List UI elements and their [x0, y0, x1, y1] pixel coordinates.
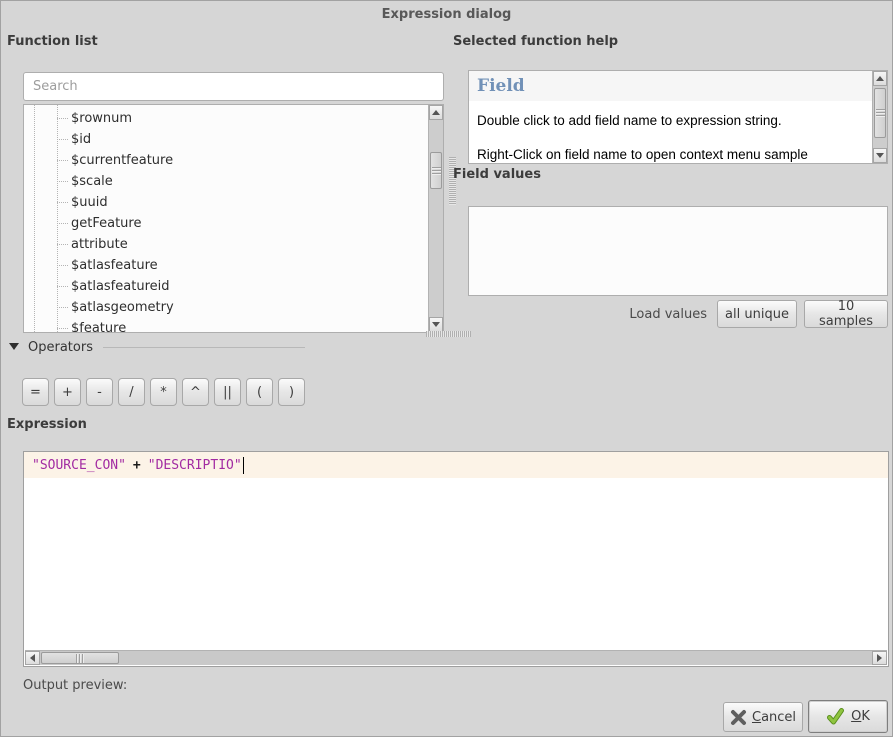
down-arrow-icon	[432, 322, 440, 327]
tree-branch-connector	[57, 118, 68, 119]
field-values-label: Field values	[453, 167, 541, 182]
scroll-up-button[interactable]	[873, 71, 887, 86]
up-arrow-icon	[876, 76, 884, 81]
function-tree-item[interactable]: getFeature	[24, 213, 443, 234]
scrollbar-thumb[interactable]	[874, 88, 886, 138]
operator-open-paren-button[interactable]: (	[246, 378, 273, 406]
down-arrow-icon	[876, 153, 884, 158]
operator-plus-button[interactable]: +	[54, 378, 81, 406]
function-tree-scrollbar[interactable]	[428, 105, 443, 332]
function-list-label: Function list	[7, 34, 98, 49]
expression-current-line: "SOURCE_CON" + "DESCRIPTIO"	[24, 452, 888, 478]
text-cursor	[243, 457, 244, 474]
function-item-label: $atlasgeometry	[71, 300, 174, 315]
left-arrow-icon	[30, 654, 35, 662]
horizontal-splitter-handle[interactable]	[426, 331, 471, 337]
operator-multiply-button[interactable]: *	[150, 378, 177, 406]
selected-function-help-label: Selected function help	[453, 34, 618, 49]
ten-samples-button[interactable]: 10 samples	[804, 300, 888, 328]
tree-branch-connector	[57, 307, 68, 308]
operators-group-label[interactable]: Operators	[28, 340, 93, 355]
dialog-window: Expression dialog Function list Selected…	[0, 0, 893, 737]
expression-field-token: "DESCRIPTIO"	[148, 458, 242, 473]
function-item-label: $feature	[71, 321, 126, 333]
tree-branch-connector	[57, 223, 68, 224]
function-item-label: attribute	[71, 237, 128, 252]
ok-button[interactable]: OK	[808, 700, 888, 733]
operator-concat-button[interactable]: ||	[214, 378, 241, 406]
expression-field-token: "SOURCE_CON"	[32, 458, 126, 473]
function-help-panel: Field Double click to add field name to …	[468, 70, 888, 164]
thumb-grip-icon	[432, 167, 441, 175]
tree-branch-connector	[57, 286, 68, 287]
function-tree-item[interactable]: $scale	[24, 171, 443, 192]
expression-label: Expression	[7, 417, 87, 432]
expression-editor[interactable]: "SOURCE_CON" + "DESCRIPTIO"	[23, 451, 889, 667]
function-item-label: $atlasfeature	[71, 258, 158, 273]
cancel-x-icon	[730, 709, 747, 726]
operator-close-paren-button[interactable]: )	[278, 378, 305, 406]
help-heading-row: Field	[469, 71, 872, 101]
function-tree-item[interactable]: $currentfeature	[24, 150, 443, 171]
dialog-titlebar[interactable]: Expression dialog	[1, 1, 892, 28]
load-values-label: Load values	[629, 307, 707, 322]
function-item-label: $rownum	[71, 111, 132, 126]
tree-branch-connector	[57, 202, 68, 203]
function-tree-item[interactable]: $atlasfeatureid	[24, 276, 443, 297]
operator-minus-button[interactable]: -	[86, 378, 113, 406]
ok-button-label: OK	[851, 709, 870, 724]
up-arrow-icon	[432, 110, 440, 115]
help-panel-scrollbar[interactable]	[872, 71, 887, 163]
output-preview-label: Output preview:	[23, 678, 127, 693]
scroll-down-button[interactable]	[873, 148, 887, 163]
search-input[interactable]	[23, 72, 444, 101]
field-values-list[interactable]	[468, 206, 888, 296]
tree-branch-connector	[57, 181, 68, 182]
scroll-left-button[interactable]	[25, 651, 40, 665]
right-arrow-icon	[877, 654, 882, 662]
tree-branch-connector	[57, 160, 68, 161]
operator-button-row: = + - / * ^ || ( )	[22, 378, 305, 406]
scrollbar-thumb[interactable]	[41, 652, 119, 664]
group-header-line	[103, 347, 305, 348]
thumb-grip-icon	[76, 654, 84, 663]
help-title: Field	[477, 76, 525, 96]
operator-divide-button[interactable]: /	[118, 378, 145, 406]
tree-branch-connector	[57, 244, 68, 245]
function-tree-item[interactable]: attribute	[24, 234, 443, 255]
function-item-label: $scale	[71, 174, 113, 189]
collapse-arrow-icon[interactable]	[9, 343, 19, 350]
function-tree-item[interactable]: $atlasgeometry	[24, 297, 443, 318]
ok-check-icon	[826, 707, 845, 726]
cancel-button[interactable]: Cancel	[723, 702, 803, 732]
tree-branch-connector	[57, 328, 68, 329]
scroll-up-button[interactable]	[429, 105, 443, 120]
function-item-label: $currentfeature	[71, 153, 173, 168]
function-item-label: $atlasfeatureid	[71, 279, 169, 294]
function-tree-item[interactable]: $id	[24, 129, 443, 150]
function-tree[interactable]: $rownum $id $currentfeature $scale $uuid…	[23, 104, 444, 333]
function-tree-item[interactable]: $uuid	[24, 192, 443, 213]
cancel-button-label: Cancel	[752, 710, 796, 725]
tree-branch-connector	[57, 139, 68, 140]
function-tree-item[interactable]: $rownum	[24, 108, 443, 129]
thumb-grip-icon	[876, 109, 885, 117]
operator-equals-button[interactable]: =	[22, 378, 49, 406]
function-item-label: getFeature	[71, 216, 141, 231]
dialog-title: Expression dialog	[382, 7, 512, 22]
editor-horizontal-scrollbar[interactable]	[25, 650, 887, 665]
function-item-label: $uuid	[71, 195, 108, 210]
all-unique-button[interactable]: all unique	[717, 300, 797, 328]
function-tree-item[interactable]: $atlasfeature	[24, 255, 443, 276]
operator-power-button[interactable]: ^	[182, 378, 209, 406]
help-text-line: Double click to add field name to expres…	[477, 113, 869, 128]
function-tree-item[interactable]: $feature	[24, 318, 443, 333]
function-item-label: $id	[71, 132, 91, 147]
help-text-line: Right-Click on field name to open contex…	[477, 147, 869, 162]
scroll-right-button[interactable]	[872, 651, 887, 665]
tree-branch-connector	[57, 265, 68, 266]
scroll-down-button[interactable]	[429, 317, 443, 332]
expression-operator-token: +	[133, 458, 141, 473]
scrollbar-thumb[interactable]	[430, 152, 442, 189]
